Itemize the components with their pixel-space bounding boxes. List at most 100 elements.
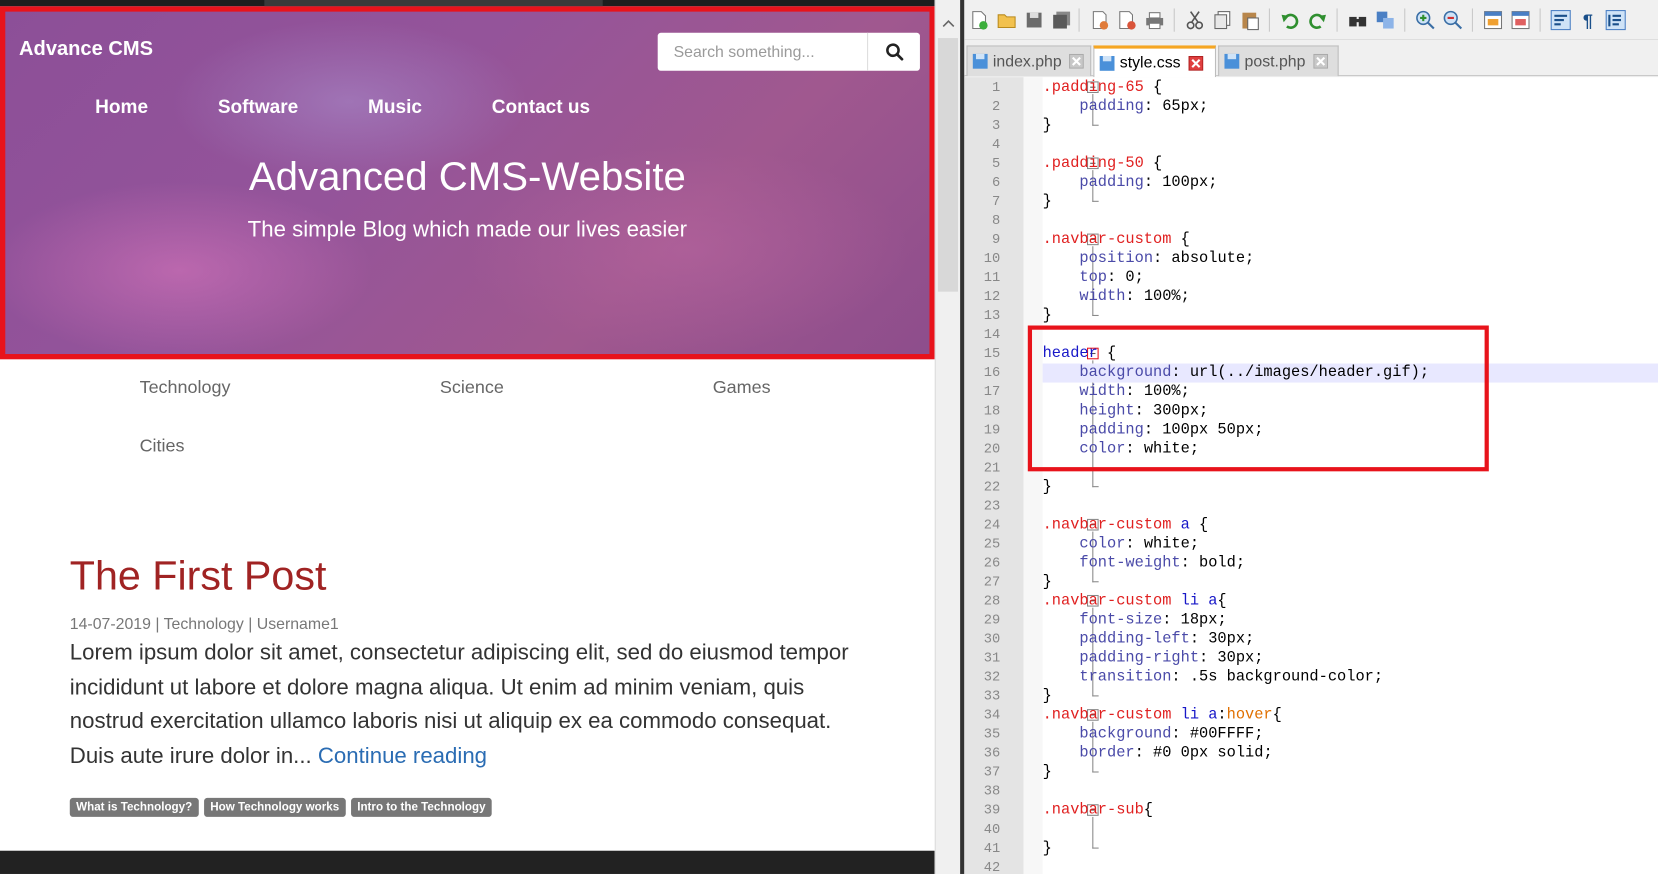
code-line[interactable]: color: white; — [1043, 535, 1199, 554]
nav-link-home[interactable]: Home — [95, 96, 148, 118]
category-link-games[interactable]: Games — [713, 377, 771, 398]
paste-icon[interactable] — [1239, 10, 1260, 31]
redo-icon[interactable] — [1307, 10, 1328, 31]
code-line[interactable]: } — [1043, 573, 1052, 592]
search-button[interactable] — [867, 32, 920, 71]
code-token: 30px — [1208, 630, 1246, 648]
code-line[interactable]: font-weight: bold; — [1043, 554, 1245, 573]
code-line[interactable]: top: 0; — [1043, 268, 1143, 287]
code-line[interactable]: } — [1043, 763, 1052, 782]
sync-scroll-v-icon[interactable] — [1482, 10, 1503, 31]
code-line[interactable]: padding-left: 30px; — [1043, 630, 1254, 649]
file-icon — [1224, 53, 1240, 69]
code-token: header — [1042, 345, 1098, 363]
code-token: bold — [1199, 554, 1236, 572]
line-number: 39 — [983, 802, 1001, 818]
code-line[interactable]: border: #0 0px solid; — [1043, 744, 1272, 763]
code-line[interactable]: } — [1043, 478, 1052, 497]
save-icon[interactable] — [1024, 10, 1045, 31]
file-tab-post-php[interactable]: post.php — [1218, 45, 1339, 77]
zoom-in-icon[interactable] — [1415, 10, 1436, 31]
undo-icon[interactable] — [1279, 10, 1300, 31]
open-folder-icon[interactable] — [996, 10, 1017, 31]
line-number: 23 — [983, 497, 1001, 514]
new-file-icon[interactable] — [969, 10, 990, 31]
print-icon[interactable] — [1144, 10, 1165, 31]
code-line[interactable]: .padding-65 { — [1043, 78, 1163, 97]
replace-icon[interactable] — [1375, 10, 1396, 31]
category-link-technology[interactable]: Technology — [140, 377, 231, 398]
copy-icon[interactable] — [1212, 10, 1233, 31]
close-all-icon[interactable] — [1117, 10, 1138, 31]
tag-link[interactable]: What is Technology? — [69, 797, 199, 817]
code-token: padding-left — [1079, 630, 1190, 648]
zoom-out-icon[interactable] — [1442, 10, 1463, 31]
file-tab-index-php[interactable]: index.php — [966, 45, 1092, 77]
code-text-area[interactable]: 1 2 3 4 5 6 7 8 9 10 11 12 13 14 15 16 17 18 19 20 21 22 23 24 2… — [964, 77, 1658, 874]
tag-link[interactable]: Intro to the Technology — [350, 797, 492, 817]
code-line[interactable]: height: 300px; — [1043, 402, 1208, 421]
site-brand-link[interactable]: Advance CMS — [19, 38, 153, 61]
close-tab-button[interactable] — [1068, 53, 1085, 70]
code-line[interactable]: } — [1043, 116, 1052, 135]
save-all-icon[interactable] — [1051, 10, 1072, 31]
code-line[interactable]: background: url(../images/header.gif); — [1042, 363, 1658, 383]
browser-scrollbar[interactable] — [934, 0, 961, 874]
toolbar-separator — [1336, 8, 1338, 32]
search-input[interactable] — [657, 32, 868, 71]
file-tab-style-css[interactable]: style.css — [1093, 45, 1217, 78]
toolbar-separator — [1539, 8, 1541, 32]
find-icon[interactable] — [1347, 10, 1368, 31]
code-line[interactable]: .padding-50 { — [1043, 154, 1163, 173]
code-token: : — [1171, 668, 1190, 686]
code-line[interactable]: header { — [1043, 345, 1117, 364]
code-line[interactable]: .navbar-custom li a:hover{ — [1043, 706, 1282, 725]
code-line[interactable]: width: 100%; — [1043, 383, 1190, 402]
sync-scroll-h-icon[interactable] — [1510, 10, 1531, 31]
category-link-science[interactable]: Science — [440, 377, 504, 398]
nav-link-contact[interactable]: Contact us — [492, 96, 590, 118]
code-line[interactable]: .navbar-custom { — [1043, 230, 1190, 249]
code-token: ; — [1180, 383, 1190, 401]
post-tags: What is Technology? How Technology works… — [69, 797, 497, 817]
code-line[interactable]: padding-right: 30px; — [1043, 649, 1263, 668]
fold-guide-end — [1092, 124, 1099, 126]
scroll-up-button[interactable] — [936, 13, 960, 34]
code-line[interactable]: position: absolute; — [1043, 249, 1254, 268]
word-wrap-icon[interactable] — [1550, 10, 1571, 31]
code-line[interactable]: .navbar-custom a { — [1043, 516, 1209, 535]
close-tab-button[interactable] — [1312, 53, 1329, 70]
scroll-thumb[interactable] — [937, 38, 959, 292]
code-token: font-size — [1079, 611, 1163, 629]
show-all-chars-icon[interactable]: ¶ — [1578, 10, 1599, 31]
code-token: } — [1042, 764, 1052, 781]
code-line[interactable]: } — [1043, 687, 1052, 706]
code-line[interactable]: padding: 100px 50px; — [1043, 421, 1263, 440]
code-line[interactable]: padding: 100px; — [1043, 173, 1217, 192]
code-line[interactable]: background: #00FFFF; — [1043, 725, 1263, 744]
site-header: Advance CMS Home Software Music Contact … — [0, 6, 935, 358]
code-line[interactable]: padding: 65px; — [1043, 97, 1208, 116]
nav-link-music[interactable]: Music — [368, 96, 422, 118]
continue-reading-link[interactable]: Continue reading — [318, 743, 487, 767]
close-tab-button[interactable] — [1187, 54, 1204, 71]
code-line[interactable]: } — [1043, 306, 1052, 325]
close-file-icon[interactable] — [1089, 10, 1110, 31]
category-link-cities[interactable]: Cities — [140, 435, 185, 456]
code-line[interactable]: transition: .5s background-color; — [1043, 668, 1383, 687]
nav-link-software[interactable]: Software — [218, 96, 298, 118]
code-line[interactable]: .navbar-custom li a{ — [1043, 592, 1227, 611]
code-line[interactable]: .navbar-sub{ — [1043, 801, 1153, 820]
post-title-link[interactable]: The First Post — [70, 554, 327, 600]
indent-guide-icon[interactable] — [1605, 10, 1626, 31]
tag-link[interactable]: How Technology works — [203, 797, 346, 817]
code-line[interactable]: } — [1043, 839, 1052, 858]
line-number: 20 — [983, 440, 1001, 457]
code-token: ; — [1189, 440, 1200, 458]
code-line[interactable]: } — [1043, 192, 1052, 211]
code-line[interactable]: font-size: 18px; — [1043, 611, 1226, 630]
code-line[interactable]: color: white; — [1043, 440, 1199, 459]
file-tab-label: index.php — [992, 52, 1062, 71]
code-line[interactable]: width: 100%; — [1043, 287, 1189, 306]
cut-icon[interactable] — [1184, 10, 1205, 31]
